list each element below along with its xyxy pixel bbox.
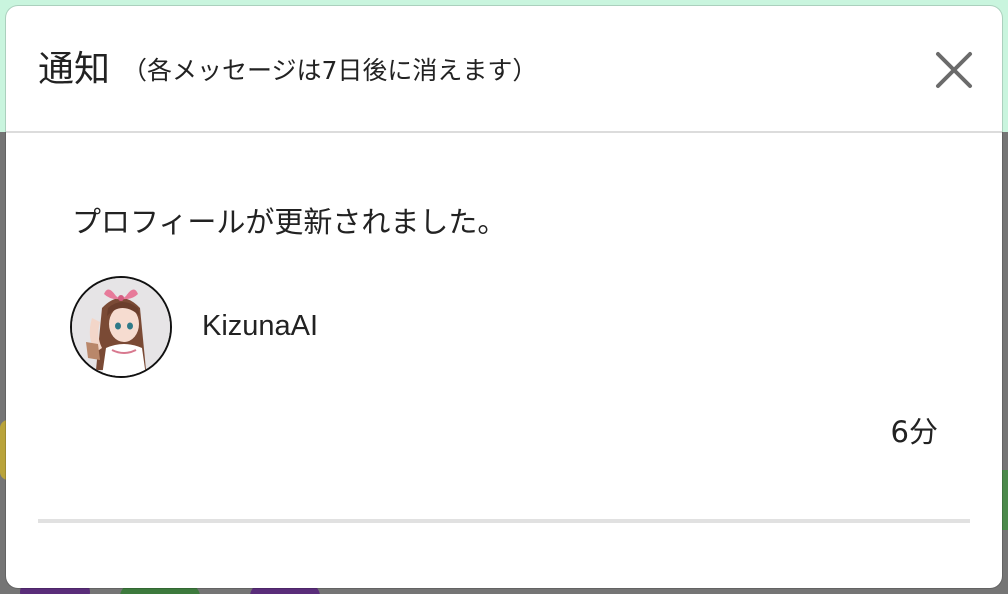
close-button[interactable] (932, 48, 976, 92)
modal-header: 通知 （各メッセージは7日後に消えます） (6, 6, 1002, 133)
username: KizunaAI (202, 310, 319, 342)
modal-subtitle: （各メッセージは7日後に消えます） (122, 56, 538, 85)
notification-message: プロフィールが更新されました。 (72, 205, 507, 239)
close-icon (936, 52, 972, 88)
notification-time: 6分 (890, 415, 938, 449)
notification-modal: 通知 （各メッセージは7日後に消えます） プロフィールが更新されました。 Kiz… (6, 6, 1002, 588)
avatar[interactable] (70, 276, 172, 378)
modal-title: 通知 (38, 49, 111, 90)
divider (38, 519, 970, 523)
user-avatar-icon (72, 278, 170, 376)
